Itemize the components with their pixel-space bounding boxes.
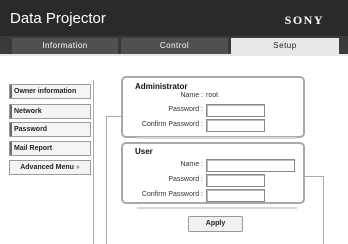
chevron-double-down-icon: » [75,164,80,171]
administrator-title: Administrator [135,82,188,91]
admin-name-label: Name : [180,92,203,99]
sidebar-item-network[interactable]: Network [9,104,91,119]
connector-line-left [106,116,107,244]
admin-password-input[interactable] [206,104,265,117]
connector-line-right [323,176,324,244]
user-password-label: Password : [168,176,203,183]
sidebar-divider [93,80,94,244]
admin-confirm-password-label: Confirm Password : [141,121,203,128]
app-title: Data Projector [10,10,106,27]
admin-password-label: Password : [168,106,203,113]
sidebar-item-mail-report[interactable]: Mail Report [9,141,91,156]
tab-underline [0,54,348,56]
user-name-label: Name : [180,161,203,168]
user-name-input[interactable] [206,159,295,172]
connector-line-right-h [303,176,324,177]
admin-name-value: root [206,92,219,99]
user-confirm-password-label: Confirm Password : [141,191,203,198]
user-title: User [135,147,153,156]
apply-separator [137,207,297,209]
tab-information[interactable]: Information [12,38,118,54]
panel-separator [137,137,297,139]
sidebar-item-owner-information[interactable]: Owner information [9,84,91,99]
advanced-menu-label: Advanced Menu [20,164,74,171]
admin-confirm-password-input[interactable] [206,119,265,132]
sidebar-item-password[interactable]: Password [9,122,91,137]
user-confirm-password-input[interactable] [206,189,265,202]
user-password-input[interactable] [206,174,265,187]
brand-logo: SONY [284,13,324,27]
apply-button[interactable]: Apply [188,216,243,232]
sidebar-item-advanced-menu[interactable]: Advanced Menu » [9,160,91,175]
tab-control[interactable]: Control [121,38,228,54]
